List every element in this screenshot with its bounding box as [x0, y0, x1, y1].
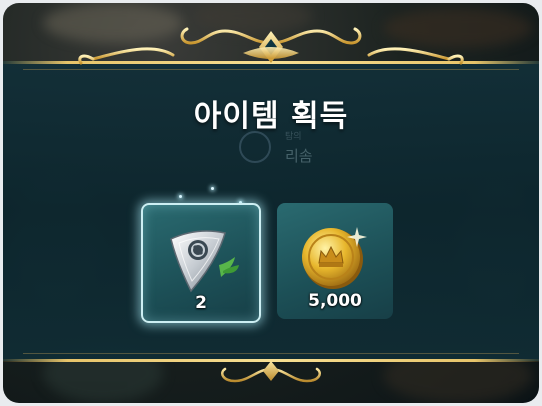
sparkle-icon [179, 195, 182, 198]
background-label: 리솜 [285, 147, 313, 165]
bottom-ornament-icon [221, 361, 321, 383]
background-emblem-icon [239, 131, 271, 163]
divider [23, 69, 519, 70]
sparkle-icon [211, 187, 214, 190]
item-count: 5,000 [308, 291, 362, 311]
background-sublabel: 탐의 [285, 132, 302, 142]
reward-item-gold[interactable]: 5,000 [277, 203, 393, 319]
game-screen: 아이템 획득 탐의 리솜 2 5,000 [3, 3, 539, 403]
divider [23, 353, 519, 354]
dialog-title: 아이템 획득 [193, 99, 349, 134]
reward-item-shield-shard[interactable]: 2 [141, 203, 261, 323]
item-count: 2 [195, 293, 207, 313]
silver-shield-leaf-icon [170, 230, 239, 293]
top-ornament-icon [78, 27, 464, 65]
gold-coin-crown-icon [302, 227, 367, 289]
